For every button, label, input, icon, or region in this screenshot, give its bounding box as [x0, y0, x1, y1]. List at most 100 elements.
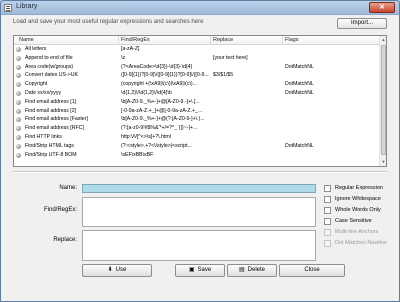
regex-item-icon	[16, 99, 21, 105]
row-name: Find HTTP links	[25, 134, 62, 140]
row-name: Find email address [2]	[25, 107, 77, 114]
checkbox-box[interactable]	[324, 207, 331, 214]
checkbox-label: Regular Expression	[335, 185, 383, 191]
checkbox-box[interactable]	[324, 218, 331, 225]
checkbox-box	[324, 240, 331, 247]
regex-item-icon	[16, 108, 21, 114]
list-item[interactable]: Convert dates US->UK ([0-9]{1})?[0-9]\/([…	[14, 72, 380, 79]
checkbox-label: Multi-line Anchors	[335, 229, 379, 235]
row-name: Find/Strip UTF-8 BOM	[25, 151, 77, 158]
multi-line-anchors-checkbox: Multi-line Anchors	[324, 229, 399, 237]
row-find: \z	[121, 54, 126, 61]
row-flags: DotMatchNL	[285, 63, 314, 70]
edit-panel: Name: Find/RegEx: Replace: Regular Expre…	[13, 176, 387, 298]
regex-item-icon	[16, 64, 21, 70]
name-input[interactable]	[82, 184, 316, 193]
save-button[interactable]: ▣ Save	[175, 264, 225, 277]
regex-item-icon	[16, 47, 21, 52]
checkbox-label: Whole Words Only	[335, 207, 381, 213]
row-find: \d{1,2}\/\d{1,2}\/\d{4}\b	[121, 90, 172, 96]
row-flags: DotMatchNL	[285, 142, 314, 149]
list-body: All letters [a-zA-Z] Append to end of file…	[14, 46, 380, 166]
row-find: (?:[a-z0-9!#$%&'*+/=?^_`{|}~-]+...	[121, 125, 198, 132]
scroll-thumb[interactable]	[381, 45, 386, 155]
row-name: Area code(w/groups)	[25, 63, 74, 70]
import-button[interactable]: Import...	[337, 18, 387, 29]
row-name: Append to end of file	[25, 54, 73, 61]
row-flags: DotMatchNL	[285, 81, 314, 88]
regex-item-icon	[16, 82, 21, 88]
list-item[interactable]: Append to end of file \z [your text here]	[14, 55, 380, 62]
library-list[interactable]: Name Find/RegEx Replace Flags All letter…	[13, 35, 387, 167]
list-item[interactable]: Find/Strip HTML tags (?:<style>.+?<\/styl…	[14, 143, 380, 150]
ignore-whitespace-checkbox[interactable]: Ignore Whitespace	[324, 196, 399, 204]
regex-item-icon	[16, 143, 21, 149]
regular-expression-checkbox[interactable]: Regular Expression	[324, 185, 399, 193]
checkbox-box[interactable]	[324, 196, 331, 203]
title-bar[interactable]: Library ✕	[1, 1, 399, 15]
row-find: (copyright +(\xA9|\(c\)|\xA9|\(c\)...	[121, 81, 197, 88]
row-name: Find/Strip HTML tags	[25, 142, 74, 149]
row-replace: [your text here]	[213, 54, 248, 61]
scroll-up-icon[interactable]: ▲	[380, 36, 386, 43]
window-close-button[interactable]: ✕	[369, 2, 395, 13]
delete-button[interactable]: ▤ Delete	[227, 264, 277, 277]
close-button[interactable]: Close	[279, 264, 345, 277]
list-item[interactable]: Area code(w/groups) (?<AreaCode>\d{3})-\d…	[14, 64, 380, 71]
regex-item-icon	[16, 117, 21, 123]
column-header-replace[interactable]: Replace	[213, 37, 233, 43]
list-item[interactable]: All letters [a-zA-Z]	[14, 46, 380, 53]
list-item[interactable]: Find email address [Faster] \b[A-Z0-9._%+…	[14, 116, 380, 123]
column-header-find[interactable]: Find/RegEx	[121, 37, 150, 43]
find-regex-input[interactable]	[82, 197, 316, 227]
list-item[interactable]: Copyright (copyright +(\xA9|\(c\)|\xA9|\(…	[14, 81, 380, 88]
down-arrow-icon: ⬇	[107, 267, 113, 273]
checkbox-label: Dot Matches Newline	[335, 240, 387, 246]
row-name: Find email address [1]	[25, 98, 77, 105]
whole-words-only-checkbox[interactable]: Whole Words Only	[324, 207, 399, 215]
list-item[interactable]: Find email address [2] [-0-9a-zA-Z.+_]+@[…	[14, 108, 380, 115]
replace-label: Replace:	[53, 237, 77, 243]
checkbox-label: Case Sensitive	[335, 218, 372, 224]
list-item[interactable]: Date xx/xx/yyyy \d{1,2}\/\d{1,2}\/\d{4}\b…	[14, 90, 380, 97]
row-replace: $3/$1/$5	[213, 72, 234, 79]
checkbox-box	[324, 229, 331, 236]
list-scrollbar[interactable]: ▲ ▼	[379, 36, 386, 166]
library-window: Library ✕ Load and save your most useful…	[0, 0, 400, 302]
list-item[interactable]: Find HTTP links http:\/\/[^<>\s]+?\.html	[14, 134, 380, 141]
row-find: [a-zA-Z]	[121, 46, 140, 52]
library-description: Load and save your most useful regular e…	[13, 19, 204, 25]
library-window-icon	[4, 4, 12, 12]
row-name: Convert dates US->UK	[25, 72, 78, 79]
column-header-flags[interactable]: Flags	[285, 37, 298, 43]
dot-matches-newline-checkbox: Dot Matches Newline	[324, 240, 399, 248]
regex-item-icon	[16, 152, 21, 158]
row-find: http:\/\/[^<>\s]+?\.html	[121, 134, 171, 140]
regex-item-icon	[16, 135, 21, 140]
list-item[interactable]: Find/Strip UTF-8 BOM \xEF\xBB\xBF	[14, 152, 380, 159]
use-button[interactable]: ⬇ Use	[82, 264, 152, 277]
list-header: Name Find/RegEx Replace Flags	[14, 36, 380, 45]
case-sensitive-checkbox[interactable]: Case Sensitive	[324, 218, 399, 226]
checkbox-box[interactable]	[324, 185, 331, 192]
panel-splitter[interactable]	[13, 171, 387, 173]
row-name: Find email address [Faster]	[25, 116, 88, 123]
row-name: Find email address [RFC]	[25, 125, 84, 132]
list-item[interactable]: Find email address [1] \b[A-Z0-9._%+-]+@[…	[14, 99, 380, 106]
regex-item-icon	[16, 91, 21, 96]
row-find: ([0-9]{1})?[0-9]\/([0-9]{1})?[0-9]\/([0-…	[121, 72, 209, 79]
column-header-name[interactable]: Name	[19, 37, 34, 43]
save-button-label: Save	[197, 267, 212, 273]
replace-input[interactable]	[82, 230, 316, 261]
find-regex-label: Find/RegEx:	[43, 207, 77, 213]
row-name: Date xx/xx/yyyy	[25, 90, 62, 96]
list-item[interactable]: Find email address [RFC] (?:[a-z0-9!#$%&'…	[14, 125, 380, 132]
name-label: Name:	[59, 185, 77, 191]
checkbox-label: Ignore Whitespace	[335, 196, 381, 202]
scroll-down-icon[interactable]: ▼	[380, 158, 386, 165]
floppy-disk-icon: ▣	[188, 267, 195, 273]
row-name: All letters	[25, 46, 47, 52]
use-button-label: Use	[115, 267, 127, 273]
row-find: (?<AreaCode>\d{3})-\d{3}-\d{4}	[121, 63, 193, 70]
regex-item-icon	[16, 73, 21, 79]
